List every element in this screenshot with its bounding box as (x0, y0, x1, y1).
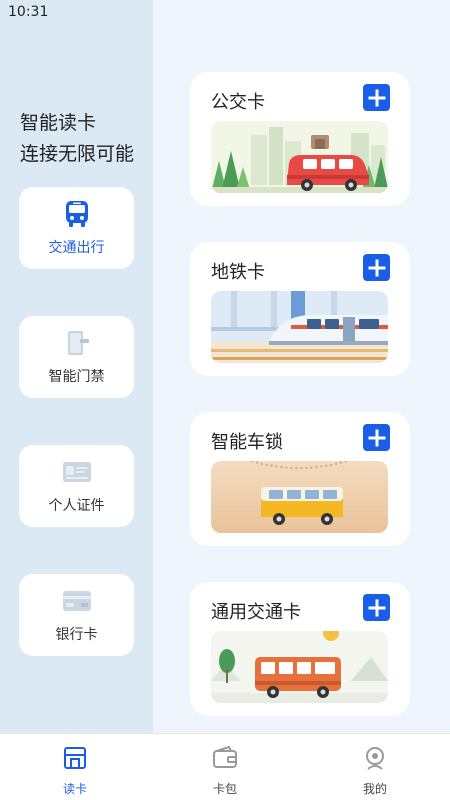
bus-city-illustration (211, 121, 388, 193)
sidebar-item-label: 交通出行 (48, 240, 105, 256)
sidebar-item-label: 智能门禁 (48, 369, 105, 385)
card-smart-lock[interactable]: 智能车锁 (190, 412, 410, 546)
tab-card-wallet[interactable]: 卡包 (180, 744, 270, 797)
tab-label: 读卡 (62, 782, 87, 796)
bus-icon (62, 199, 92, 229)
slogan-line-2: 连接无限可能 (20, 143, 135, 165)
door-card-icon (62, 328, 92, 358)
card-title: 智能车锁 (211, 432, 283, 453)
status-bar: 10:31 (0, 0, 450, 24)
add-universal-transit-card-button[interactable] (363, 594, 390, 621)
tab-label: 卡包 (212, 782, 237, 796)
id-card-icon (62, 457, 92, 487)
sidebar-item-access-control[interactable]: 智能门禁 (19, 316, 134, 398)
add-bus-card-button[interactable] (363, 84, 390, 111)
card-title: 公交卡 (211, 92, 265, 113)
card-title: 通用交通卡 (211, 602, 301, 623)
slogan: 智能读卡 连接无限可能 (20, 108, 134, 170)
sidebar-item-id-documents[interactable]: 个人证件 (19, 445, 134, 527)
card-metro[interactable]: 地铁卡 (190, 242, 410, 376)
metro-train-illustration (211, 291, 388, 363)
bus-hills-illustration (211, 631, 388, 703)
card-title: 地铁卡 (211, 262, 265, 283)
category-sidebar: 智能读卡 连接无限可能 交通出行 智能门禁 个人证件 银行卡 (0, 0, 153, 733)
sidebar-item-transport[interactable]: 交通出行 (19, 187, 134, 269)
bank-card-icon (62, 586, 92, 616)
card-reader-icon (61, 744, 89, 772)
minibus-desert-illustration (211, 461, 388, 533)
add-metro-card-button[interactable] (363, 254, 390, 281)
sidebar-item-label: 个人证件 (48, 498, 105, 514)
sidebar-item-bank-card[interactable]: 银行卡 (19, 574, 134, 656)
card-universal-transit[interactable]: 通用交通卡 (190, 582, 410, 716)
status-time: 10:31 (8, 4, 49, 20)
card-bus[interactable]: 公交卡 (190, 72, 410, 206)
wallet-icon (211, 744, 239, 772)
sidebar-item-label: 银行卡 (55, 627, 98, 643)
tab-read-card[interactable]: 读卡 (30, 744, 120, 797)
slogan-line-1: 智能读卡 (20, 112, 97, 134)
bottom-tab-bar: 读卡 卡包 我的 (0, 733, 450, 800)
tab-profile[interactable]: 我的 (330, 744, 420, 797)
add-smart-lock-button[interactable] (363, 424, 390, 451)
profile-icon (361, 744, 389, 772)
tab-label: 我的 (362, 782, 387, 796)
card-list: 公交卡 地铁卡 智能车锁 通用交通卡 (153, 0, 450, 733)
